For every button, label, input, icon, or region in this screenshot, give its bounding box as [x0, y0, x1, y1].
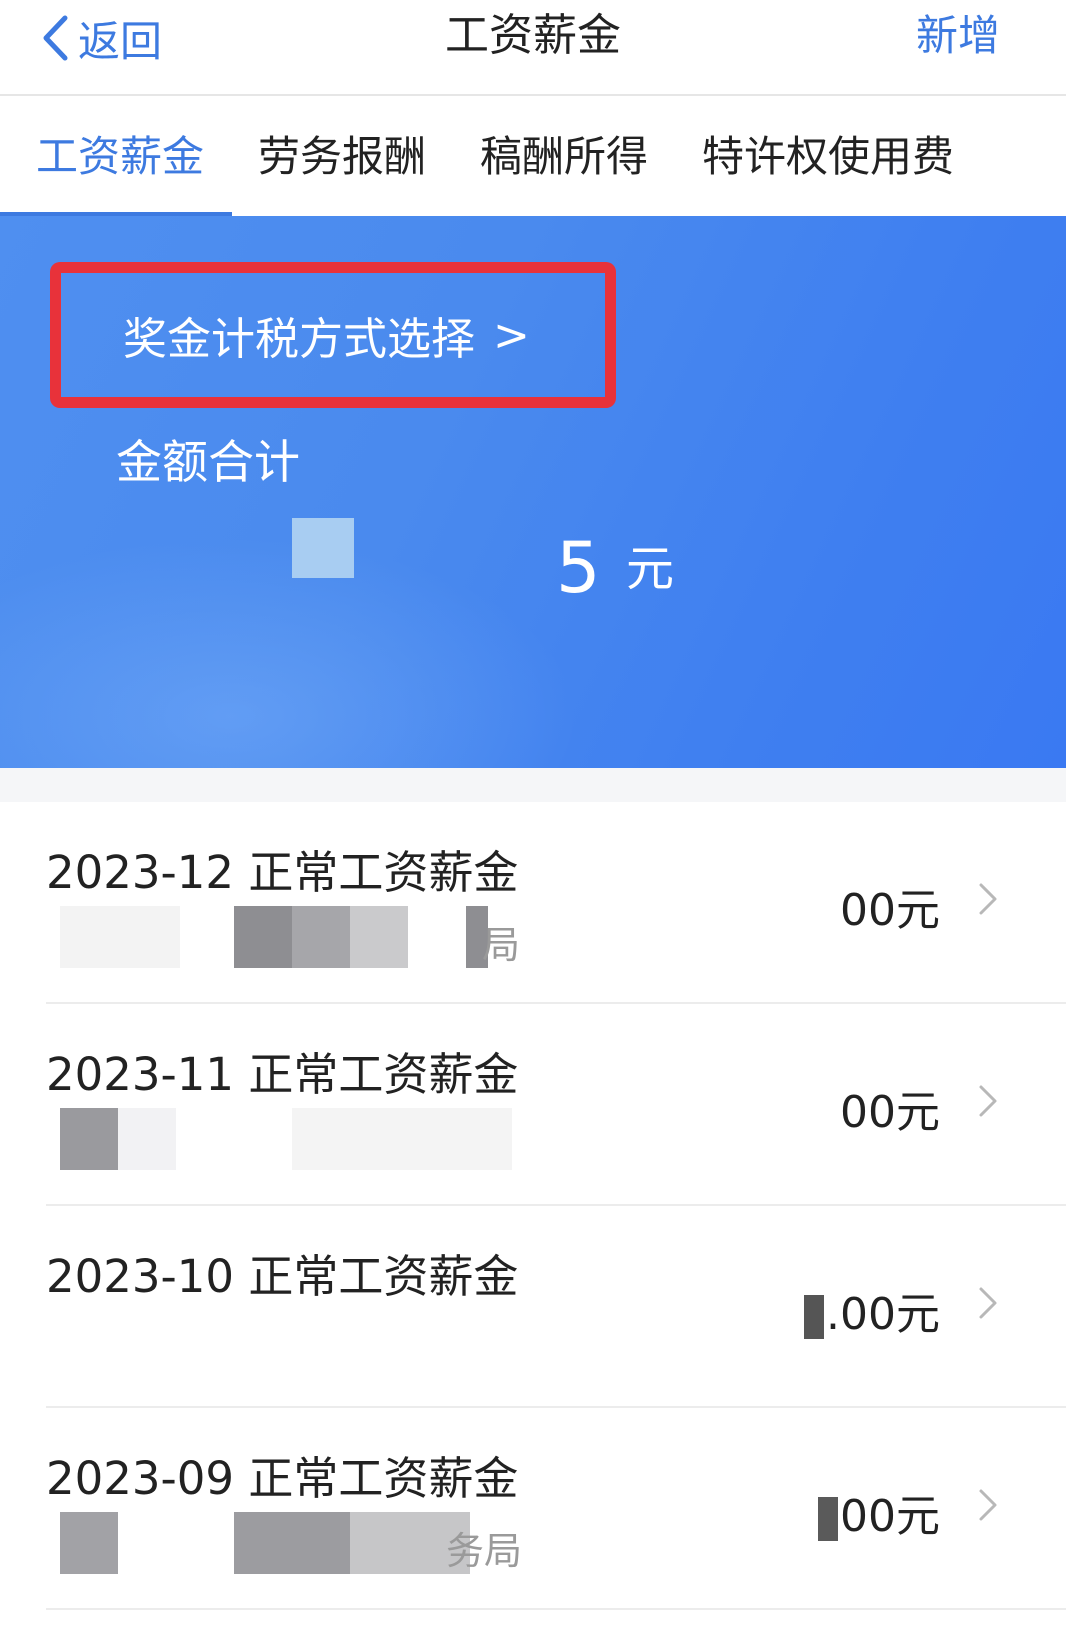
record-sub-text: 务局 [446, 1529, 523, 1573]
record-withholding-agent: 务局 [46, 1512, 546, 1576]
list-item[interactable]: 2023-12 正常工资薪金 局 00元 [0, 802, 1066, 1004]
total-amount: 5 元 [0, 516, 1066, 626]
record-title: 2023-10 正常工资薪金 [46, 1250, 519, 1303]
total-amount-unit: 元 [626, 541, 675, 597]
record-withholding-agent [46, 1310, 546, 1374]
redacted-mask [60, 1512, 118, 1574]
bonus-tax-method-label: 奖金计税方式选择 [123, 314, 475, 365]
chevron-right-icon [978, 1286, 998, 1324]
redacted-mask [234, 1512, 350, 1574]
redacted-mask [118, 1108, 176, 1170]
divider [46, 1608, 1066, 1610]
redacted-mask [292, 906, 350, 968]
salary-record-list: 2023-12 正常工资薪金 局 00元 2023-11 正常工资薪金 00元 [0, 768, 1066, 1651]
redacted-mask [350, 906, 408, 968]
record-title: 2023-12 正常工资薪金 [46, 846, 519, 899]
record-title: 2023-09 正常工资薪金 [46, 1452, 519, 1505]
redacted-mask [292, 518, 354, 578]
chevron-right-icon [978, 1488, 998, 1526]
record-amount-value: .00元 [826, 1289, 940, 1340]
redacted-mask [818, 1497, 838, 1541]
record-amount: 00元 [818, 1480, 940, 1544]
chevron-right-icon [978, 1084, 998, 1122]
record-amount: 00元 [840, 1087, 940, 1138]
record-amount-value: 00元 [840, 1491, 940, 1542]
redacted-mask [60, 1108, 118, 1170]
redacted-mask [60, 906, 180, 968]
list-item[interactable]: 2023-11 正常工资薪金 00元 [0, 1004, 1066, 1206]
record-amount: .00元 [804, 1278, 940, 1342]
list-item[interactable]: 2023-10 正常工资薪金 .00元 [0, 1206, 1066, 1408]
total-amount-label: 金额合计 [116, 435, 300, 489]
record-sub-text: 局 [482, 923, 521, 967]
tab-author-remuneration[interactable]: 稿酬所得 [480, 98, 648, 216]
tab-royalties[interactable]: 特许权使用费 [702, 98, 954, 216]
total-amount-value: 5 [556, 527, 598, 609]
income-type-tabs: 工资薪金 劳务报酬 稿酬所得 特许权使用费 [0, 98, 1066, 216]
list-gap [0, 768, 1066, 802]
list-item[interactable]: 2023-09 正常工资薪金 务局 00元 [0, 1408, 1066, 1610]
redacted-mask [234, 906, 292, 968]
chevron-right-icon [978, 882, 998, 920]
redacted-mask [292, 1108, 512, 1170]
page-title: 工资薪金 [445, 10, 621, 61]
record-withholding-agent [46, 1108, 546, 1172]
tab-salary[interactable]: 工资薪金 [36, 98, 204, 216]
chevron-right-icon: > [493, 309, 530, 361]
summary-banner: 奖金计税方式选择 > 金额合计 5 元 [0, 216, 1066, 768]
nav-header: 返回 工资薪金 新增 [0, 0, 1066, 96]
tab-labor-remuneration[interactable]: 劳务报酬 [258, 98, 426, 216]
add-button[interactable]: 新增 [916, 6, 1000, 66]
record-withholding-agent: 局 [46, 906, 546, 970]
redacted-mask [804, 1295, 825, 1339]
record-title: 2023-11 正常工资薪金 [46, 1048, 519, 1101]
record-amount: 00元 [840, 885, 940, 936]
bonus-tax-method-button[interactable]: 奖金计税方式选择 > [50, 262, 616, 408]
